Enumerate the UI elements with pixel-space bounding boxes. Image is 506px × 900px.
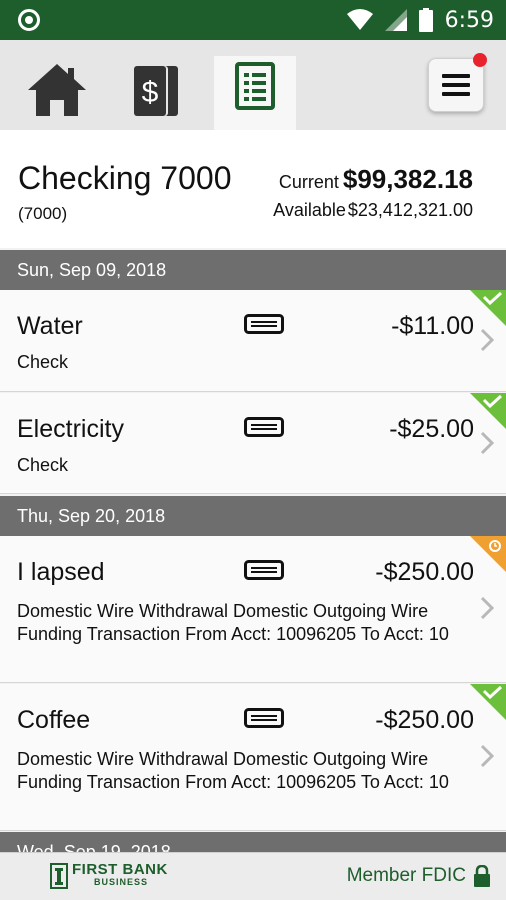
check-icon: [244, 314, 284, 334]
transaction-amount: -$250.00: [375, 706, 474, 734]
date-header: Thu, Sep 20, 2018: [0, 496, 506, 536]
menu-button[interactable]: [428, 53, 487, 112]
cleared-check-icon: [470, 290, 506, 326]
status-time: 6:59: [444, 7, 494, 33]
check-icon: [244, 708, 284, 728]
chevron-right-icon: [480, 744, 494, 768]
chevron-right-icon: [480, 431, 494, 455]
date-header: Sun, Sep 09, 2018: [0, 250, 506, 290]
bank-logo: FIRST BANK BUSINESS: [50, 861, 168, 889]
chevron-right-icon: [480, 328, 494, 352]
transaction-amount: -$25.00: [389, 415, 474, 443]
status-icons: 6:59: [346, 0, 494, 40]
transaction-row[interactable]: Coffee -$250.00 Domestic Wire Withdrawal…: [0, 684, 506, 831]
battery-icon: [418, 8, 433, 32]
home-icon: [28, 64, 86, 116]
transaction-row[interactable]: Water -$11.00 Check: [0, 290, 506, 392]
transaction-title: Coffee: [17, 706, 91, 734]
transactions-icon: [235, 62, 275, 110]
current-balance-amount: $99,382.18: [342, 164, 473, 194]
footer: FIRST BANK BUSINESS Member FDIC: [0, 852, 506, 900]
wifi-icon: [346, 9, 373, 30]
transaction-type: Check: [17, 455, 69, 475]
bank-logo-icon: [50, 863, 68, 889]
status-bar: 6:59: [0, 0, 506, 40]
hamburger-menu-icon: [442, 74, 470, 96]
account-number: (7000): [18, 204, 68, 223]
transaction-row[interactable]: Electricity -$25.00 Check: [0, 393, 506, 494]
transaction-title: Water: [17, 312, 83, 340]
tab-transactions[interactable]: [214, 56, 296, 130]
pending-clock-icon: [470, 536, 506, 572]
cell-signal-icon: [384, 9, 407, 31]
svg-text:$: $: [142, 76, 159, 109]
member-fdic: Member FDIC: [347, 865, 490, 887]
transaction-amount: -$250.00: [375, 558, 474, 586]
transaction-row[interactable]: I lapsed -$250.00 Domestic Wire Withdraw…: [0, 536, 506, 683]
cleared-check-icon: [470, 393, 506, 429]
chevron-right-icon: [480, 596, 494, 620]
cleared-check-icon: [470, 684, 506, 720]
account-name: Checking 7000: [18, 160, 232, 196]
current-balance-label: Current: [278, 172, 339, 192]
transaction-description: Domestic Wire Withdrawal Domestic Outgoi…: [17, 749, 449, 792]
available-balance-amount: $23,412,321.00: [347, 200, 473, 220]
bank-logo-name: FIRST BANK: [72, 861, 168, 878]
current-balance: Current $99,382.18: [279, 164, 473, 195]
check-icon: [244, 560, 284, 580]
available-balance: Available $23,412,321.00: [273, 200, 473, 221]
bank-logo-sub: BUSINESS: [94, 877, 149, 887]
member-fdic-label: Member FDIC: [346, 865, 466, 886]
transaction-description: Domestic Wire Withdrawal Domestic Outgoi…: [17, 601, 449, 644]
transaction-amount: -$11.00: [391, 312, 474, 340]
tab-accounts[interactable]: $: [116, 56, 198, 130]
notification-dot: [473, 53, 487, 67]
account-header: Checking 7000 (7000) Current $99,382.18 …: [0, 130, 506, 248]
tab-home[interactable]: [16, 56, 98, 130]
accounts-icon: $: [134, 66, 178, 116]
transaction-title: I lapsed: [17, 558, 105, 586]
notification-circle-icon: [18, 9, 40, 31]
available-balance-label: Available: [273, 200, 346, 220]
check-icon: [244, 417, 284, 437]
lock-icon: [474, 865, 490, 887]
transaction-title: Electricity: [17, 415, 124, 443]
transaction-type: Check: [17, 352, 69, 372]
nav-bar: $: [0, 40, 506, 130]
